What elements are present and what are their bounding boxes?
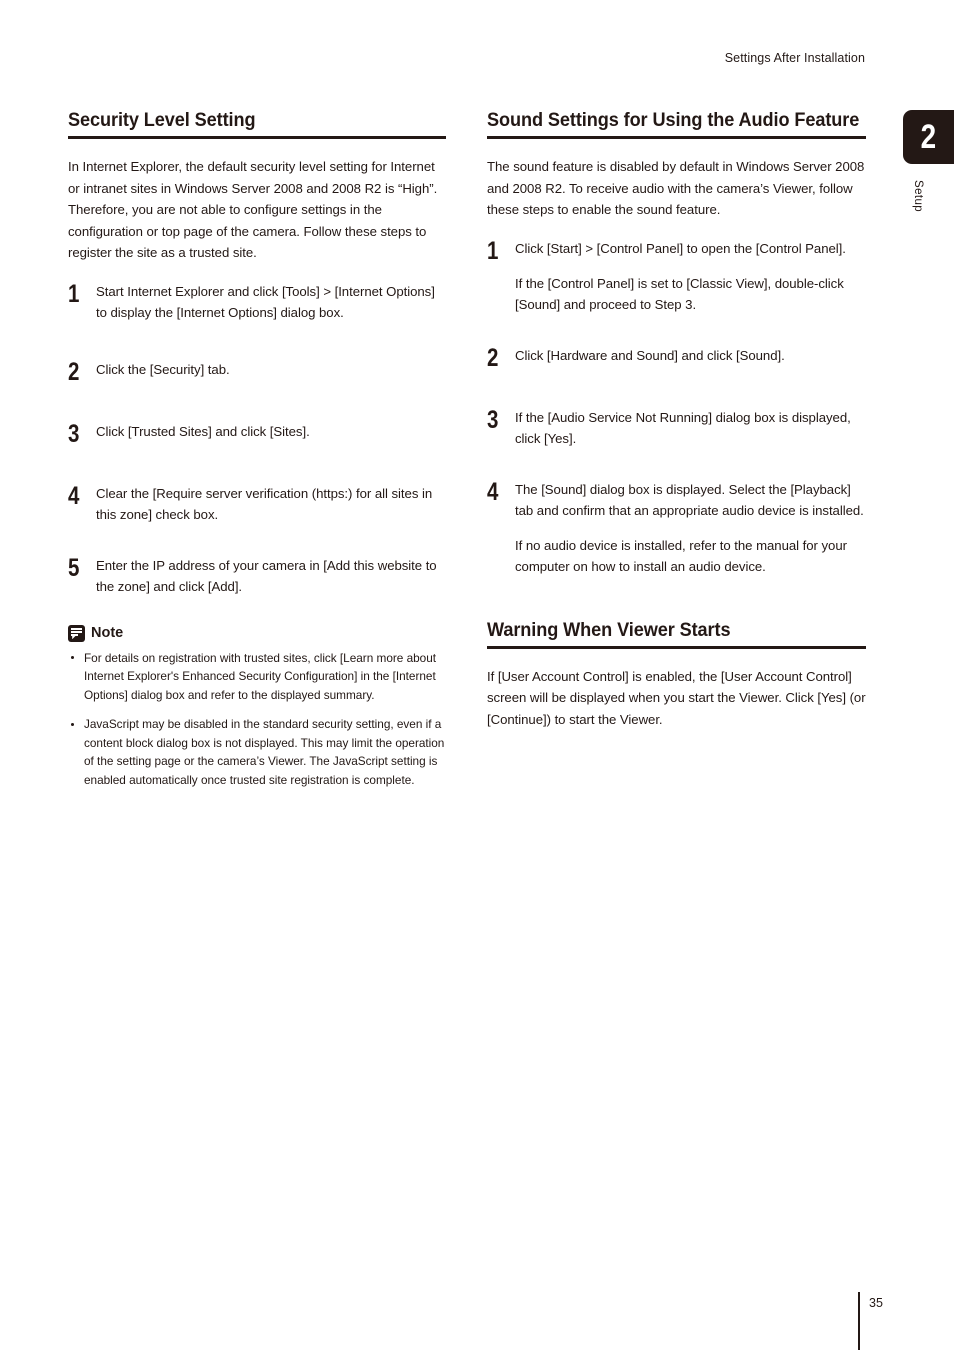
step-item: 1 Start Internet Explorer and click [Too…	[68, 281, 446, 323]
step-text: Click [Hardware and Sound] and click [So…	[515, 347, 785, 363]
section-warning-when-viewer-starts: Warning When Viewer Starts If [User Acco…	[487, 618, 866, 731]
section-sound-settings: Sound Settings for Using the Audio Featu…	[487, 108, 866, 577]
step-number: 4	[487, 477, 499, 506]
running-header: Settings After Installation	[724, 51, 865, 65]
step-number: 4	[68, 481, 80, 510]
step-number: 1	[68, 279, 80, 308]
page-columns: Security Level Setting In Internet Explo…	[68, 108, 866, 789]
step-body: Enter the IP address of your camera in […	[96, 555, 446, 597]
note-header: Note	[68, 624, 446, 642]
step-body: Click [Trusted Sites] and click [Sites].	[96, 421, 446, 442]
step-item: 4 Clear the [Require server verification…	[68, 483, 446, 525]
heading-rule	[487, 645, 866, 649]
section-heading: Security Level Setting	[68, 109, 256, 131]
section-intro: The sound feature is disabled by default…	[487, 159, 865, 217]
note-list-item: JavaScript may be disabled in the standa…	[68, 715, 446, 789]
step-list: 1 Click [Start] > [Control Panel] to ope…	[487, 238, 866, 577]
step-text: If the [Audio Service Not Running] dialo…	[515, 409, 851, 446]
step-note: If the [Control Panel] is set to [Classi…	[515, 275, 844, 312]
step-item: 2 Click the [Security] tab.	[68, 359, 446, 385]
right-column: Sound Settings for Using the Audio Featu…	[487, 108, 866, 789]
step-number: 3	[68, 419, 80, 448]
step-item: 2 Click [Hardware and Sound] and click […	[487, 345, 866, 371]
chapter-tab-number: 2	[920, 118, 937, 156]
step-body: Click the [Security] tab.	[96, 359, 446, 380]
step-item: 3 Click [Trusted Sites] and click [Sites…	[68, 421, 446, 447]
section-heading: Sound Settings for Using the Audio Featu…	[487, 109, 860, 131]
note-icon	[68, 624, 85, 642]
note-block: Note For details on registration with tr…	[68, 624, 446, 790]
step-note: If no audio device is installed, refer t…	[515, 537, 847, 574]
step-number: 2	[68, 357, 80, 386]
step-text: Click [Trusted Sites] and click [Sites].	[96, 423, 310, 439]
section-intro: If [User Account Control] is enabled, th…	[487, 668, 866, 727]
section-security-level-setting: Security Level Setting In Internet Explo…	[68, 108, 446, 789]
folio-rule	[858, 1292, 860, 1350]
step-body: Start Internet Explorer and click [Tools…	[96, 281, 446, 323]
step-item: 1 Click [Start] > [Control Panel] to ope…	[487, 238, 866, 315]
page-number: 35	[869, 1296, 883, 1310]
step-body: If the [Audio Service Not Running] dialo…	[515, 407, 866, 449]
note-list: For details on registration with trusted…	[68, 649, 446, 790]
step-text: Enter the IP address of your camera in […	[96, 557, 437, 594]
note-title: Note	[91, 624, 124, 641]
step-text: Click the [Security] tab.	[96, 361, 230, 377]
step-item: 3 If the [Audio Service Not Running] dia…	[487, 407, 866, 449]
step-body: Click [Start] > [Control Panel] to open …	[515, 238, 866, 315]
step-text: The [Sound] dialog box is displayed. Sel…	[515, 481, 864, 518]
step-item: 5 Enter the IP address of your camera in…	[68, 555, 446, 597]
left-column: Security Level Setting In Internet Explo…	[68, 108, 446, 789]
step-number: 5	[68, 553, 80, 582]
step-number: 1	[487, 236, 499, 265]
heading-rule	[68, 136, 446, 139]
step-number: 2	[487, 343, 499, 372]
step-body: The [Sound] dialog box is displayed. Sel…	[515, 479, 866, 577]
chapter-tab: 2	[903, 110, 954, 164]
section-intro: In Internet Explorer, the default securi…	[68, 159, 438, 260]
step-list: 1 Start Internet Explorer and click [Too…	[68, 281, 446, 597]
step-text: Clear the [Require server verification (…	[96, 485, 433, 522]
step-body: Click [Hardware and Sound] and click [So…	[515, 345, 866, 366]
step-item: 4 The [Sound] dialog box is displayed. S…	[487, 479, 866, 577]
section-heading: Warning When Viewer Starts	[487, 618, 731, 641]
heading-rule	[487, 136, 866, 139]
step-text: Click [Start] > [Control Panel] to open …	[515, 240, 846, 256]
step-body: Clear the [Require server verification (…	[96, 483, 446, 525]
step-number: 3	[487, 405, 499, 434]
chapter-tab-label: Setup	[912, 180, 924, 213]
step-text: Start Internet Explorer and click [Tools…	[96, 283, 435, 320]
note-list-item: For details on registration with trusted…	[68, 649, 446, 705]
